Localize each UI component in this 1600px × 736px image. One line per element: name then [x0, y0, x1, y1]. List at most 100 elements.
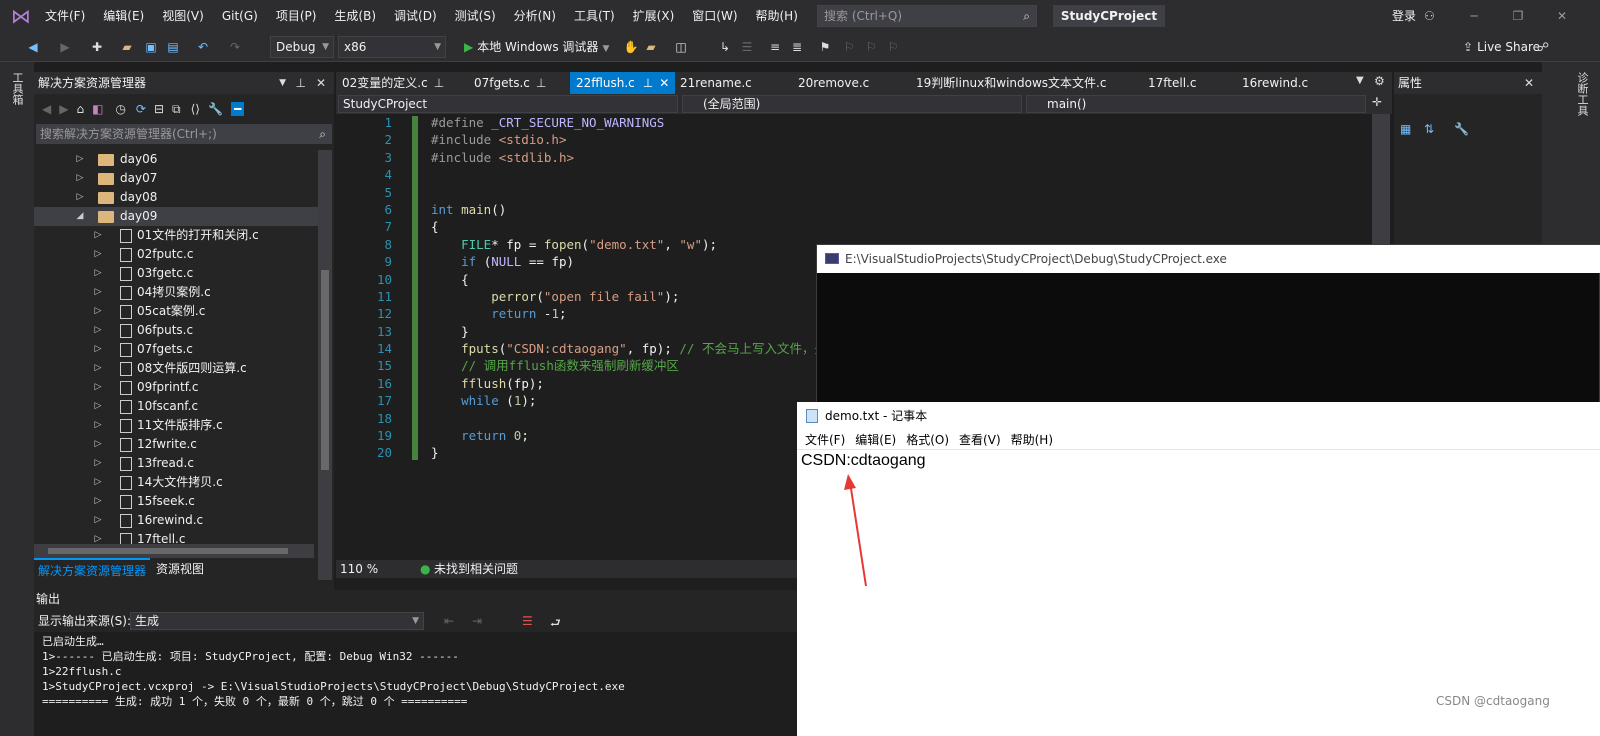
np-menu-help[interactable]: 帮助(H): [1006, 430, 1058, 450]
menu-window[interactable]: 窗口(W): [683, 0, 746, 32]
output-source-dropdown[interactable]: 生成 ▼: [130, 612, 424, 630]
tree-file-item[interactable]: ▷ 01文件的打开和关闭.c: [34, 226, 318, 245]
code-icon[interactable]: ⟨⟩: [191, 102, 200, 116]
bookmark-icon[interactable]: ⚑: [816, 38, 834, 56]
tree-file-item[interactable]: ▷ 13fread.c: [34, 454, 318, 473]
expand-arrow-icon[interactable]: ▷: [74, 150, 86, 169]
close-icon[interactable]: ✕: [659, 76, 669, 90]
search-input[interactable]: 搜索 (Ctrl+Q) ⌕: [817, 5, 1037, 27]
menu-help[interactable]: 帮助(H): [747, 0, 807, 32]
sort-icon[interactable]: ⇅: [1424, 122, 1434, 136]
console-titlebar[interactable]: E:\VisualStudioProjects\StudyCProject\De…: [817, 245, 1600, 273]
close-icon[interactable]: ✕: [316, 72, 326, 94]
np-menu-edit[interactable]: 编辑(E): [850, 430, 901, 450]
issues-status[interactable]: 未找到相关问题: [434, 560, 518, 578]
menu-file[interactable]: 文件(F): [36, 0, 94, 32]
console-window[interactable]: E:\VisualStudioProjects\StudyCProject\De…: [816, 244, 1600, 404]
toolbox-tab[interactable]: 工具箱: [9, 72, 25, 105]
tab-16rewind[interactable]: 16rewind.c: [1236, 72, 1314, 94]
expand-arrow-icon[interactable]: ▷: [92, 321, 104, 340]
tab-21rename[interactable]: 21rename.c: [674, 72, 758, 94]
bookmark-next-icon[interactable]: ⚐: [862, 38, 880, 56]
expand-arrow-icon[interactable]: ▷: [92, 283, 104, 302]
expand-arrow-icon[interactable]: ▷: [92, 264, 104, 283]
expand-arrow-icon[interactable]: ▷: [92, 454, 104, 473]
tree-file-item[interactable]: ▷ 10fscanf.c: [34, 397, 318, 416]
scroll-thumb[interactable]: [321, 270, 329, 470]
expand-arrow-icon[interactable]: ▷: [92, 226, 104, 245]
save-icon[interactable]: ▣: [142, 38, 160, 56]
expand-arrow-icon[interactable]: ▷: [92, 340, 104, 359]
tree-file-item[interactable]: ▷ 03fgetc.c: [34, 264, 318, 283]
tree-file-item[interactable]: ▷ 14大文件拷贝.c: [34, 473, 318, 492]
sync-icon[interactable]: ⟳: [136, 102, 146, 116]
browser-icon[interactable]: ◫: [672, 38, 690, 56]
redo-icon[interactable]: ↷: [226, 38, 244, 56]
tree-folder-item[interactable]: ◢ day09: [34, 207, 318, 226]
np-menu-file[interactable]: 文件(F): [800, 430, 850, 450]
indent-icon[interactable]: ☰: [738, 38, 756, 56]
np-menu-format[interactable]: 格式(O): [901, 430, 954, 450]
close-icon[interactable]: ✕: [1544, 0, 1580, 32]
tree-file-item[interactable]: ▷ 11文件版排序.c: [34, 416, 318, 435]
step-icon[interactable]: ↳: [716, 38, 734, 56]
forward-icon[interactable]: ▶: [59, 102, 68, 116]
tab-07fgets[interactable]: 07fgets.c ⊥: [468, 72, 552, 94]
tree-folder-item[interactable]: ▷ day08: [34, 188, 318, 207]
scroll-thumb[interactable]: [48, 548, 288, 554]
collapse-arrow-icon[interactable]: ◢: [74, 207, 86, 226]
menu-view[interactable]: 视图(V): [153, 0, 213, 32]
tree-file-item[interactable]: ▷ 15fseek.c: [34, 492, 318, 511]
open-folder-icon[interactable]: ▰: [118, 38, 136, 56]
visual-studio-logo-icon[interactable]: ⋈: [8, 4, 34, 28]
tab-19判断文本文件[interactable]: 19判断linux和windows文本文件.c: [910, 72, 1112, 94]
history-icon[interactable]: ◷: [115, 102, 125, 116]
comment-icon[interactable]: ≡: [766, 38, 784, 56]
back-icon[interactable]: ◀: [24, 38, 42, 56]
project-nav-dropdown[interactable]: StudyCProject: [338, 95, 678, 113]
zoom-level[interactable]: 110 %: [340, 560, 378, 578]
new-project-icon[interactable]: ✚: [88, 38, 106, 56]
expand-arrow-icon[interactable]: ▷: [92, 397, 104, 416]
tree-file-item[interactable]: ▷ 06fputs.c: [34, 321, 318, 340]
collapse-all-icon[interactable]: ⊟: [154, 102, 164, 116]
expand-arrow-icon[interactable]: ▷: [92, 435, 104, 454]
bookmark-prev-icon[interactable]: ⚐: [840, 38, 858, 56]
solution-search-input[interactable]: 搜索解决方案资源管理器(Ctrl+;) ⌕: [36, 124, 332, 144]
tab-22fflush[interactable]: 22fflush.c ⊥ ✕: [570, 72, 676, 94]
restore-icon[interactable]: ❐: [1500, 0, 1536, 32]
expand-arrow-icon[interactable]: ▷: [74, 188, 86, 207]
menu-git[interactable]: Git(G): [213, 0, 267, 32]
switch-view-icon[interactable]: ◧: [92, 102, 103, 116]
home-icon[interactable]: ⌂: [76, 102, 84, 116]
config-dropdown[interactable]: Debug ▼: [270, 36, 334, 58]
properties-wrench-icon[interactable]: 🔧: [208, 102, 223, 116]
np-menu-view[interactable]: 查看(V): [954, 430, 1006, 450]
menu-project[interactable]: 项目(P): [267, 0, 326, 32]
pin-icon[interactable]: ⊥: [296, 72, 306, 94]
output-text[interactable]: 已启动生成… 1>------ 已启动生成: 项目: StudyCProject…: [34, 632, 798, 736]
tab-list-dropdown-icon[interactable]: ▼: [1356, 75, 1364, 86]
split-icon[interactable]: ✛: [1372, 95, 1382, 109]
menu-edit[interactable]: 编辑(E): [94, 0, 153, 32]
tab-solution-explorer[interactable]: 解决方案资源管理器: [34, 558, 151, 582]
menu-extensions[interactable]: 扩展(X): [624, 0, 684, 32]
menu-tools[interactable]: 工具(T): [565, 0, 624, 32]
menu-test[interactable]: 测试(S): [446, 0, 505, 32]
expand-arrow-icon[interactable]: ▷: [92, 359, 104, 378]
tree-folder-item[interactable]: ▷ day07: [34, 169, 318, 188]
expand-arrow-icon[interactable]: ▷: [92, 245, 104, 264]
back-icon[interactable]: ◀: [42, 102, 51, 116]
scope-nav-dropdown[interactable]: (全局范围): [682, 95, 1022, 113]
tab-resource-view[interactable]: 资源视图: [152, 558, 208, 580]
minimize-icon[interactable]: ─: [1456, 0, 1492, 32]
tree-file-item[interactable]: ▷ 05cat案例.c: [34, 302, 318, 321]
menu-build[interactable]: 生成(B): [325, 0, 385, 32]
live-share-button[interactable]: ⇪ Live Share: [1463, 36, 1540, 58]
start-debug-button[interactable]: ▶ 本地 Windows 调试器 ▼: [464, 36, 609, 58]
property-pages-icon[interactable]: 🔧: [1454, 122, 1469, 136]
login-button[interactable]: 登录 ⚇: [1392, 0, 1435, 32]
tree-file-item[interactable]: ▷ 02fputc.c: [34, 245, 318, 264]
expand-arrow-icon[interactable]: ▷: [92, 473, 104, 492]
categorized-icon[interactable]: ▦: [1400, 122, 1411, 136]
